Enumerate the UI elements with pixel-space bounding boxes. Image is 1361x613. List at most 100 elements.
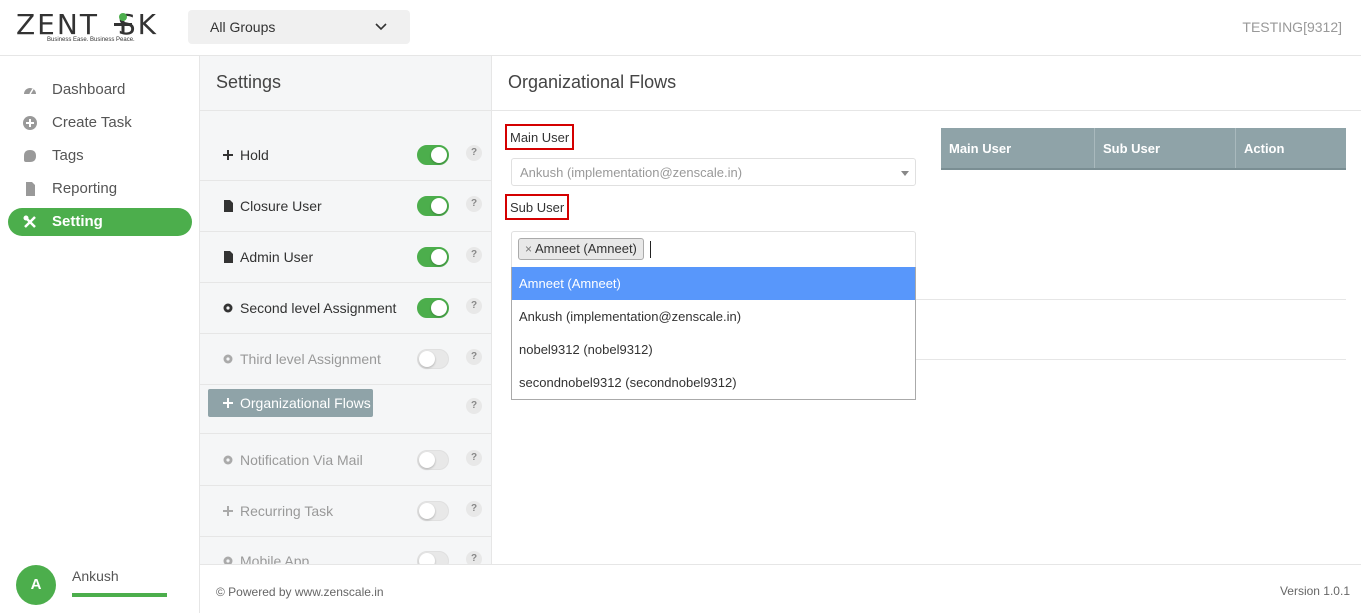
file-icon bbox=[26, 182, 35, 196]
toggle-knob bbox=[431, 198, 447, 214]
sub-user-dropdown: Amneet (Amneet) Ankush (implementation@z… bbox=[511, 267, 916, 400]
version-label: Version 1.0.1 bbox=[1279, 584, 1350, 598]
logo-person-icon bbox=[114, 13, 132, 33]
divider bbox=[916, 359, 1346, 360]
help-icon[interactable]: ? bbox=[466, 247, 482, 263]
logo-tagline: Business Ease. Business Peace. bbox=[47, 37, 135, 43]
setting-label: Third level Assignment bbox=[240, 351, 381, 367]
sidebar-item-label: Dashboard bbox=[52, 81, 126, 98]
setting-organizational-flows: Organizational Flows ? bbox=[200, 383, 491, 434]
divider bbox=[916, 299, 1346, 300]
hold-toggle[interactable] bbox=[417, 145, 449, 165]
user-name: Ankush bbox=[72, 568, 119, 584]
setting-notification-via-mail: Notification Via Mail ? bbox=[200, 435, 491, 486]
tools-icon bbox=[23, 215, 36, 228]
admin-user-toggle[interactable] bbox=[417, 247, 449, 267]
dropdown-option[interactable]: nobel9312 (nobel9312) bbox=[512, 333, 915, 366]
setting-admin-user: Admin User ? bbox=[200, 232, 491, 283]
dropdown-option[interactable]: Ankush (implementation@zenscale.in) bbox=[512, 300, 915, 333]
help-icon[interactable]: ? bbox=[466, 398, 482, 414]
setting-label: Notification Via Mail bbox=[240, 452, 363, 468]
dashboard-icon bbox=[24, 88, 36, 95]
main-user-select[interactable]: Ankush (implementation@zenscale.in) bbox=[511, 158, 916, 186]
toggle-knob bbox=[431, 147, 447, 163]
chip-label: Amneet (Amneet) bbox=[535, 241, 637, 256]
help-icon[interactable]: ? bbox=[466, 196, 482, 212]
setting-label: Mobile App bbox=[240, 553, 310, 564]
avatar: A bbox=[16, 565, 56, 605]
toggle-knob bbox=[419, 351, 435, 367]
column-header-sub-user[interactable]: Sub User bbox=[1095, 128, 1236, 168]
file-icon bbox=[224, 200, 233, 212]
dropdown-option[interactable]: secondnobel9312 (secondnobel9312) bbox=[512, 366, 915, 399]
user-profile[interactable]: A Ankush bbox=[0, 556, 200, 613]
plus-icon bbox=[223, 398, 233, 408]
plus-icon bbox=[223, 150, 233, 160]
dropdown-option[interactable]: Amneet (Amneet) bbox=[512, 267, 915, 300]
setting-label: Closure User bbox=[240, 198, 322, 214]
sidebar: Dashboard Create Task Tags Reporting Set… bbox=[0, 56, 200, 613]
gear-icon bbox=[223, 556, 233, 564]
sidebar-item-label: Reporting bbox=[52, 180, 118, 197]
recurring-task-toggle[interactable] bbox=[417, 501, 449, 521]
third-level-toggle[interactable] bbox=[417, 349, 449, 369]
flows-table-header: Main User Sub User Action bbox=[941, 128, 1346, 170]
sidebar-item-reporting[interactable]: Reporting bbox=[8, 175, 192, 203]
second-level-toggle[interactable] bbox=[417, 298, 449, 318]
closure-user-toggle[interactable] bbox=[417, 196, 449, 216]
setting-hold: Hold ? bbox=[200, 130, 491, 181]
help-icon[interactable]: ? bbox=[466, 551, 482, 564]
button-label: Organizational Flows bbox=[240, 395, 371, 411]
setting-label: Hold bbox=[240, 147, 269, 163]
help-icon[interactable]: ? bbox=[466, 450, 482, 466]
organizational-flows-button[interactable]: Organizational Flows bbox=[208, 389, 373, 417]
selected-user-chip[interactable]: × Amneet (Amneet) bbox=[518, 238, 644, 260]
sidebar-item-setting[interactable]: Setting bbox=[8, 208, 192, 236]
gear-icon bbox=[223, 354, 233, 364]
setting-label: Second level Assignment bbox=[240, 300, 397, 316]
sidebar-item-create-task[interactable]: Create Task bbox=[8, 109, 192, 137]
caret-down-icon bbox=[901, 171, 909, 176]
powered-by-link[interactable]: © Powered by www.zenscale.in bbox=[216, 585, 384, 599]
gear-icon bbox=[223, 455, 233, 465]
help-icon[interactable]: ? bbox=[466, 145, 482, 161]
page-title: Organizational Flows bbox=[508, 72, 677, 92]
toggle-knob bbox=[419, 452, 435, 468]
text-cursor bbox=[650, 241, 651, 258]
setting-label: Recurring Task bbox=[240, 503, 334, 519]
main-user-value: Ankush (implementation@zenscale.in) bbox=[520, 165, 743, 180]
sidebar-item-label: Tags bbox=[52, 147, 84, 164]
sub-user-label: Sub User bbox=[505, 194, 570, 220]
setting-closure-user: Closure User ? bbox=[200, 181, 491, 232]
divider bbox=[200, 110, 491, 111]
setting-recurring-task: Recurring Task ? bbox=[200, 486, 491, 537]
help-icon[interactable]: ? bbox=[466, 501, 482, 517]
organizational-flows-panel: Organizational Flows Main User Ankush (i… bbox=[492, 56, 1361, 564]
chip-remove-icon[interactable]: × bbox=[525, 242, 532, 256]
plus-circle-icon bbox=[23, 116, 37, 130]
column-header-action[interactable]: Action bbox=[1236, 128, 1346, 168]
sidebar-item-tags[interactable]: Tags bbox=[8, 142, 192, 170]
zentask-logo[interactable]: ZENTASK Business Ease. Business Peace. bbox=[16, 8, 166, 48]
notification-mail-toggle[interactable] bbox=[417, 450, 449, 470]
sidebar-item-dashboard[interactable]: Dashboard bbox=[8, 76, 192, 104]
sidebar-item-label: Setting bbox=[52, 213, 103, 230]
setting-second-level-assignment: Second level Assignment ? bbox=[200, 283, 491, 334]
toggle-knob bbox=[419, 503, 435, 519]
toggle-knob bbox=[419, 553, 435, 564]
group-select[interactable]: All Groups bbox=[188, 10, 410, 44]
mobile-app-toggle[interactable] bbox=[417, 551, 449, 564]
toggle-knob bbox=[431, 249, 447, 265]
plus-icon bbox=[223, 506, 233, 516]
top-bar: ZENTASK Business Ease. Business Peace. A… bbox=[0, 0, 1361, 56]
sub-user-multiselect[interactable]: × Amneet (Amneet) bbox=[511, 231, 916, 267]
settings-panel: Settings Hold ? Closure User ? Admin Use… bbox=[200, 56, 492, 564]
divider bbox=[492, 110, 1361, 111]
footer: © Powered by www.zenscale.in Version 1.0… bbox=[200, 564, 1361, 613]
column-header-main-user[interactable]: Main User bbox=[941, 128, 1095, 168]
setting-third-level-assignment: Third level Assignment ? bbox=[200, 334, 491, 385]
toggle-knob bbox=[431, 300, 447, 316]
help-icon[interactable]: ? bbox=[466, 349, 482, 365]
help-icon[interactable]: ? bbox=[466, 298, 482, 314]
main-user-label: Main User bbox=[505, 124, 575, 150]
